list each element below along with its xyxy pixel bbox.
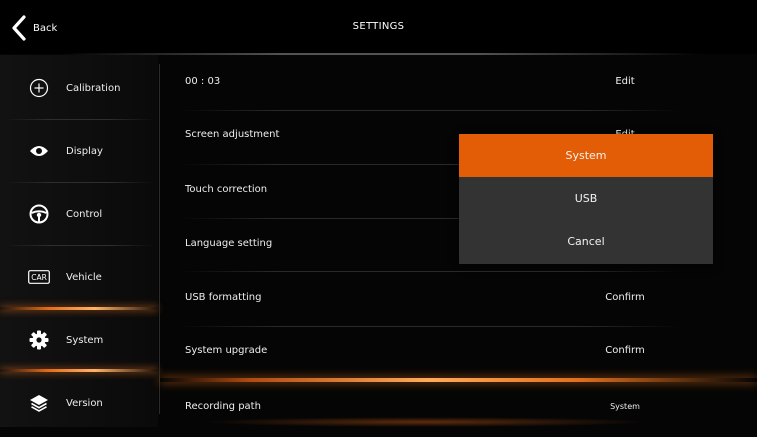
sidebar-item-calibration[interactable]: Calibration [0, 57, 158, 119]
circle-plus-icon [28, 77, 50, 99]
sidebar-item-label: Vehicle [66, 271, 102, 283]
sidebar-item-label: Version [66, 397, 103, 409]
sidebar: Calibration Display Control CAR Vehicle [0, 55, 158, 427]
settings-row-system-upgrade[interactable]: System upgrade Confirm [160, 327, 720, 381]
confirm-button[interactable]: Confirm [560, 292, 690, 303]
chevron-left-icon [12, 15, 26, 41]
popup-option-usb[interactable]: USB [459, 177, 713, 220]
popup-option-system[interactable]: System [459, 134, 713, 177]
sidebar-item-system[interactable]: System [0, 309, 158, 371]
row-label: System upgrade [185, 345, 268, 356]
sidebar-item-control[interactable]: Control [0, 183, 158, 245]
settings-row-usb-formatting[interactable]: USB formatting Confirm [160, 273, 720, 327]
row-label: USB formatting [185, 292, 262, 303]
sidebar-item-label: Control [66, 208, 103, 220]
sidebar-item-label: System [66, 334, 104, 346]
sidebar-item-version[interactable]: Version [0, 372, 158, 434]
confirm-button[interactable]: Confirm [560, 345, 690, 356]
car-badge-text: CAR [31, 273, 47, 282]
row-divider [180, 271, 680, 272]
settings-row-recording-path[interactable]: Recording path System [160, 383, 720, 437]
sidebar-item-label: Display [66, 145, 103, 157]
edit-button[interactable]: Edit [560, 76, 690, 87]
settings-row-time[interactable]: 00 : 03 Edit [160, 55, 720, 109]
row-label: Recording path [185, 401, 261, 412]
steering-wheel-icon [28, 203, 50, 225]
popup-option-cancel[interactable]: Cancel [459, 220, 713, 263]
eye-icon [28, 140, 50, 162]
row-label: Touch correction [185, 184, 268, 195]
sidebar-item-display[interactable]: Display [0, 120, 158, 182]
layers-icon [28, 392, 50, 414]
recording-path-popup: System USB Cancel [459, 134, 713, 264]
row-label: Screen adjustment [185, 129, 280, 140]
car-badge-icon: CAR [28, 266, 50, 288]
recording-path-value[interactable]: System [560, 402, 690, 411]
row-label: Language setting [185, 238, 273, 249]
selection-glow [160, 378, 757, 382]
row-label: 00 : 03 [185, 76, 221, 87]
top-bar [0, 0, 757, 54]
bottom-glow [200, 417, 650, 427]
back-button[interactable]: Back [10, 15, 57, 41]
back-label: Back [33, 22, 58, 34]
sidebar-item-vehicle[interactable]: CAR Vehicle [0, 246, 158, 308]
sidebar-item-label: Calibration [66, 82, 121, 94]
gear-icon [28, 329, 50, 351]
